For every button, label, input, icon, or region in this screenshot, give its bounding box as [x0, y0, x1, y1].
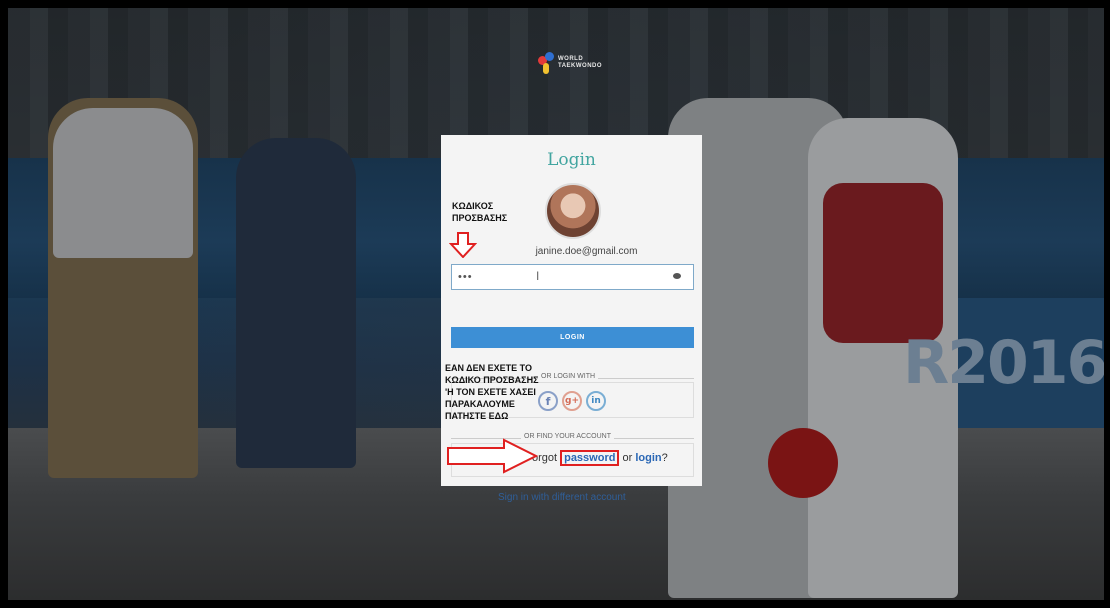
login-title: Login	[547, 150, 596, 170]
google-plus-icon[interactable]: g+	[562, 391, 582, 411]
facebook-icon[interactable]: f	[538, 391, 558, 411]
down-arrow-icon	[449, 232, 477, 258]
password-annotation-line1: ΚΩΔΙΚΟΣ	[452, 201, 494, 211]
referee-shirt	[53, 108, 193, 258]
forgot-annotation: ΕΑΝ ΔΕΝ ΕΧΕΤΕ ΤΟ ΚΩΔΙΚΟ ΠΡΟΣΒΑΣΗΣ 'Η ΤΟΝ…	[445, 362, 538, 422]
linkedin-icon[interactable]: in	[586, 391, 606, 411]
logo-mark-icon	[538, 52, 554, 74]
user-avatar	[545, 183, 601, 239]
or-word: or	[622, 452, 633, 464]
forgot-annotation-line1: ΕΑΝ ΔΕΝ ΕΧΕΤΕ ΤΟ	[445, 363, 532, 373]
password-annotation-line2: ΠΡΟΣΒΑΣΗΣ	[452, 213, 508, 223]
world-taekwondo-logo: WORLD TAEKWONDO	[538, 52, 603, 74]
logo-text-line1: WORLD	[558, 56, 584, 62]
logo-text: WORLD TAEKWONDO	[558, 56, 603, 70]
rio-2016-banner-text: R2016	[903, 328, 1104, 398]
red-helmet	[768, 428, 838, 498]
right-arrow-icon	[447, 438, 538, 474]
forgot-annotation-line3: 'Η ΤΟΝ ΕΧΕΤΕ ΧΑΣΕΙ	[445, 387, 536, 397]
password-input[interactable]: •••	[451, 264, 694, 290]
user-email: janine.doe@gmail.com	[535, 246, 638, 257]
sign-in-different-account-link[interactable]: Sign in with different account	[498, 492, 626, 503]
show-password-icon[interactable]	[673, 273, 681, 279]
password-annotation: ΚΩΔΙΚΟΣ ΠΡΟΣΒΑΣΗΣ	[452, 200, 507, 224]
forgot-password-link[interactable]: password	[560, 450, 620, 466]
login-button[interactable]: LOGIN	[451, 327, 694, 348]
logo-text-line2: TAEKWONDO	[558, 63, 603, 69]
or-login-with-label: OR LOGIN WITH	[538, 373, 599, 380]
forgot-login-link[interactable]: login	[635, 452, 661, 464]
forgot-annotation-line2: ΚΩΔΙΚΟ ΠΡΟΣΒΑΣΗΣ	[445, 375, 539, 385]
text-cursor-icon: I	[536, 269, 540, 283]
forgot-annotation-line4: ΠΑΡΑΚΑΛΟΥΜΕ	[445, 399, 515, 409]
login-card: Login janine.doe@gmail.com ••• I LOGIN O…	[441, 135, 702, 486]
forgot-annotation-line5: ΠΑΤΗΣΤΕ ΕΔΩ	[445, 411, 509, 421]
judge-figure	[236, 138, 356, 468]
question-mark: ?	[661, 452, 668, 464]
password-value: •••	[458, 271, 473, 283]
red-chest-protector	[823, 183, 943, 343]
